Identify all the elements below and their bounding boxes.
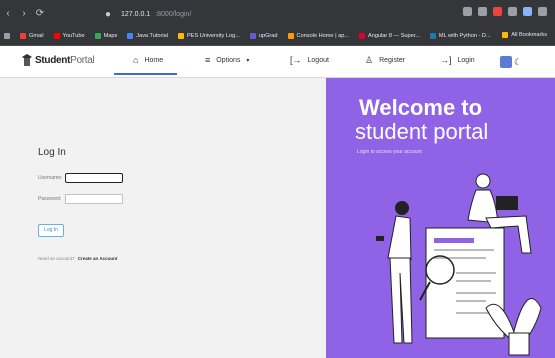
menu-lines-icon: ≡ bbox=[205, 55, 211, 65]
login-icon: →] bbox=[440, 55, 452, 65]
bookmark-pes[interactable]: PES University Log... bbox=[178, 32, 240, 39]
bookmark-angular[interactable]: Angular 8 — Super... bbox=[358, 32, 420, 39]
logout-icon: [→ bbox=[290, 55, 302, 65]
bookmarks-bar: Gmail YouTube Maps Java Tutorial PES Uni… bbox=[0, 26, 555, 46]
login-title: Log In bbox=[38, 147, 66, 158]
browser-chrome: ‹ › ⟳ ● 127.0.0.1 :8000/login/ Gmail YouT… bbox=[0, 0, 555, 46]
nav-register[interactable]: ♙ Register bbox=[365, 55, 405, 66]
address-bar[interactable]: ● 127.0.0.1 :8000/login/ bbox=[100, 8, 400, 20]
aws-icon bbox=[287, 32, 294, 39]
angular-icon bbox=[358, 32, 365, 39]
password-label: Password: bbox=[38, 196, 62, 202]
url-host: 127.0.0.1 bbox=[121, 10, 151, 18]
moon-icon: ☾ bbox=[514, 57, 523, 67]
ml-icon bbox=[429, 32, 436, 39]
signup-line: Need an account? Create an Account bbox=[38, 256, 118, 261]
youtube-icon bbox=[53, 32, 60, 39]
maps-icon bbox=[94, 32, 101, 39]
app-navbar: StudentPortal ⌂ Home ≡ Options ▾ [→ Logo… bbox=[0, 46, 555, 78]
java-icon bbox=[127, 32, 134, 39]
address-row: ‹ › ⟳ ● 127.0.0.1 :8000/login/ bbox=[0, 0, 555, 26]
logo[interactable]: StudentPortal bbox=[22, 53, 95, 67]
toolbar-icons bbox=[463, 7, 547, 16]
puzzle-icon[interactable] bbox=[508, 7, 517, 16]
theme-toggle[interactable]: ☾ bbox=[500, 56, 528, 68]
logo-text: StudentPortal bbox=[35, 54, 95, 66]
url-path: :8000/login/ bbox=[155, 10, 192, 18]
graduation-cap-icon bbox=[22, 54, 32, 66]
sun-icon bbox=[500, 56, 512, 68]
profile-icon[interactable] bbox=[523, 7, 532, 16]
back-icon[interactable]: ‹ bbox=[0, 8, 16, 19]
gmail-icon bbox=[20, 32, 26, 39]
chevron-down-icon: ▾ bbox=[246, 57, 250, 64]
username-input[interactable] bbox=[65, 173, 123, 183]
bookmark-gmail[interactable]: Gmail bbox=[20, 32, 44, 39]
share-icon[interactable] bbox=[463, 7, 472, 16]
extension-icon[interactable] bbox=[493, 7, 502, 16]
bookmark-youtube[interactable]: YouTube bbox=[53, 32, 85, 39]
bookmark-aws[interactable]: Console Home | ap... bbox=[287, 32, 349, 39]
upgrad-icon bbox=[249, 32, 256, 39]
site-info-icon[interactable]: ● bbox=[100, 9, 116, 20]
star-icon[interactable] bbox=[478, 7, 487, 16]
forward-icon[interactable]: › bbox=[16, 8, 32, 19]
create-account-link[interactable]: Create an Account bbox=[78, 256, 118, 261]
bookmark-maps[interactable]: Maps bbox=[94, 32, 117, 39]
nav-home[interactable]: ⌂ Home bbox=[133, 55, 163, 65]
all-bookmarks[interactable]: All Bookmarks bbox=[502, 32, 547, 38]
reload-icon[interactable]: ⟳ bbox=[32, 8, 48, 19]
home-icon: ⌂ bbox=[133, 55, 139, 65]
password-input[interactable] bbox=[65, 194, 123, 204]
login-button[interactable]: Log In bbox=[38, 224, 64, 237]
hero-panel: Welcome to student portal Login to acces… bbox=[326, 78, 555, 358]
nav-options[interactable]: ≡ Options ▾ bbox=[205, 55, 249, 65]
user-plus-icon: ♙ bbox=[365, 55, 374, 65]
bookmark-ml[interactable]: ML with Python - D... bbox=[429, 32, 491, 39]
nav-logout[interactable]: [→ Logout bbox=[290, 55, 329, 65]
bookmark-upgrad[interactable]: upGrad bbox=[249, 32, 278, 39]
login-pane bbox=[0, 78, 326, 358]
bookmark-java[interactable]: Java Tutorial bbox=[127, 32, 168, 39]
nav-login[interactable]: →] Login bbox=[440, 55, 475, 65]
pes-icon bbox=[178, 32, 184, 39]
apps-icon[interactable] bbox=[4, 32, 10, 39]
folder-icon bbox=[502, 32, 509, 38]
username-label: Username: bbox=[38, 175, 63, 181]
menu-icon[interactable] bbox=[538, 7, 547, 16]
students-illustration bbox=[376, 173, 542, 356]
